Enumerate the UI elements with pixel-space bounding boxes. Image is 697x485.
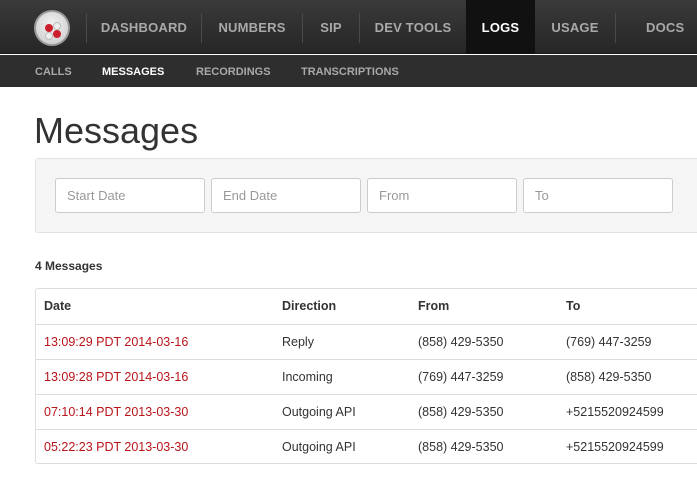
message-date-link[interactable]: 13:09:28 PDT 2014-03-16 xyxy=(36,359,282,395)
nav-item-dev-tools[interactable]: DEV TOOLS xyxy=(360,0,466,54)
nav-divider xyxy=(615,13,616,43)
nav-item-usage[interactable]: USAGE xyxy=(535,0,615,54)
to-input[interactable] xyxy=(523,178,673,213)
page-title: Messages xyxy=(34,110,199,151)
nav-item-docs[interactable]: DOCS xyxy=(646,0,697,54)
column-header-date: Date xyxy=(36,289,282,325)
end-date-input[interactable] xyxy=(211,178,361,213)
message-from: (769) 447-3259 xyxy=(418,359,566,395)
column-header-to: To xyxy=(566,289,697,325)
message-from: (858) 429-5350 xyxy=(418,394,566,430)
message-date-link[interactable]: 05:22:23 PDT 2013-03-30 xyxy=(36,429,282,463)
nav-item-sip[interactable]: SIP xyxy=(303,0,359,54)
start-date-input[interactable] xyxy=(55,178,205,213)
message-date-link[interactable]: 13:09:29 PDT 2014-03-16 xyxy=(36,324,282,360)
subnav-item-transcriptions[interactable]: TRANSCRIPTIONS xyxy=(301,55,399,87)
message-direction: Outgoing API xyxy=(282,439,356,454)
message-date-link[interactable]: 07:10:14 PDT 2013-03-30 xyxy=(36,394,282,430)
nav-item-numbers[interactable]: NUMBERS xyxy=(202,0,302,54)
results-count: 4 Messages xyxy=(35,259,103,273)
table-row: 07:10:14 PDT 2013-03-30 Outgoing API (85… xyxy=(36,394,697,430)
message-to: (769) 447-3259 xyxy=(566,324,697,360)
subnav-item-messages[interactable]: MESSAGES xyxy=(102,55,164,87)
nav-item-dashboard[interactable]: DASHBOARD xyxy=(87,0,201,54)
messages-table: Date Direction From To 13:09:29 PDT 2014… xyxy=(35,288,697,464)
logo-icon[interactable] xyxy=(34,10,70,46)
subnav-item-calls[interactable]: CALLS xyxy=(35,55,72,87)
subnav-item-recordings[interactable]: RECORDINGS xyxy=(196,55,271,87)
column-header-direction: Direction xyxy=(282,289,418,325)
message-to: (858) 429-5350 xyxy=(566,359,697,395)
message-direction: Reply xyxy=(282,324,418,360)
message-to: +5215520924599 xyxy=(566,394,697,430)
sub-navigation-bar: CALLS MESSAGES RECORDINGS TRANSCRIPTIONS xyxy=(0,55,697,87)
message-from: (858) 429-5350 xyxy=(418,324,566,360)
message-direction: Incoming xyxy=(282,359,418,395)
table-row: 05:22:23 PDT 2013-03-30 Outgoing API (85… xyxy=(36,429,697,463)
table-row: 13:09:29 PDT 2014-03-16 Reply (858) 429-… xyxy=(36,324,697,360)
top-navigation-bar: DASHBOARD NUMBERS SIP DEV TOOLS LOGS USA… xyxy=(0,0,697,54)
message-to: +5215520924599 xyxy=(566,439,664,454)
table-row: 13:09:28 PDT 2014-03-16 Incoming (769) 4… xyxy=(36,359,697,395)
message-direction: Outgoing API xyxy=(282,394,418,430)
message-from: (858) 429-5350 xyxy=(418,439,504,454)
column-header-from: From xyxy=(418,289,566,325)
nav-item-logs[interactable]: LOGS xyxy=(466,0,535,54)
from-input[interactable] xyxy=(367,178,517,213)
table-header-row: Date Direction From To xyxy=(36,289,697,325)
